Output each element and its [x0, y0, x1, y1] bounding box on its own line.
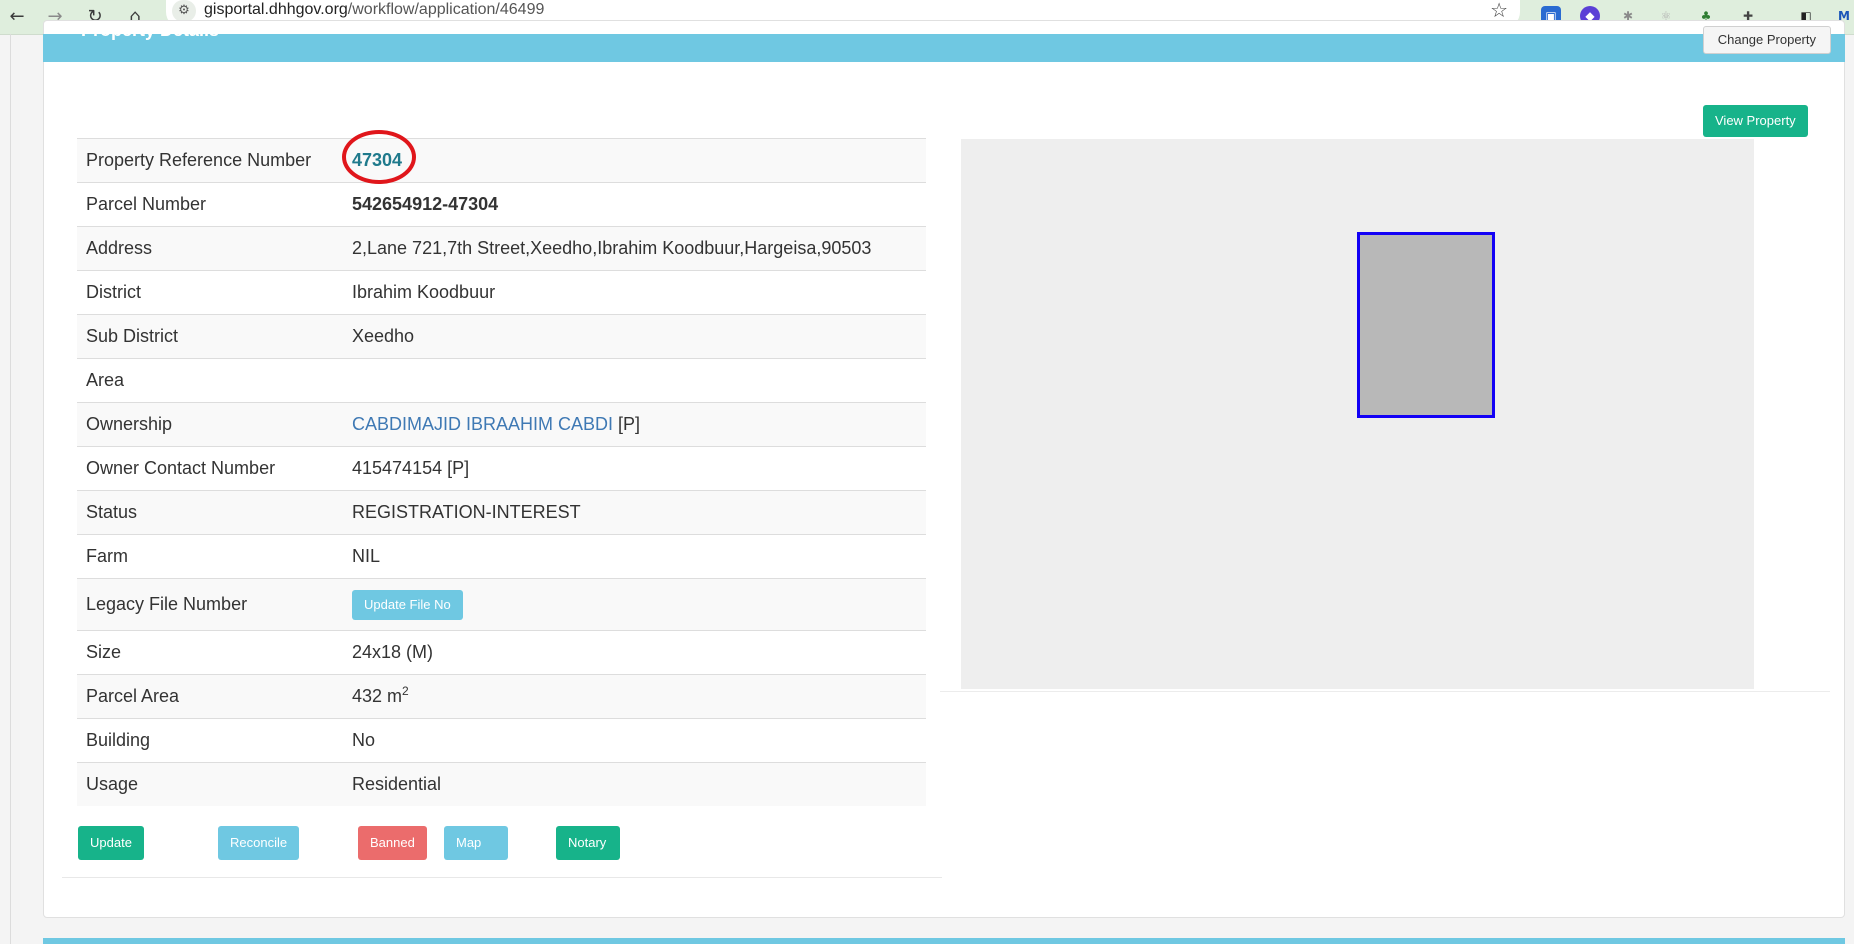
status-value: REGISTRATION-INTEREST [343, 490, 926, 535]
url-host: gisportal.dhhgov.org [204, 1, 348, 18]
url-path: /workflow/application/46499 [347, 1, 545, 18]
building-value: No [343, 718, 926, 763]
district-label: District [77, 270, 343, 315]
table-row: Sub District Xeedho [77, 314, 926, 359]
table-row: Address 2,Lane 721,7th Street,Xeedho,Ibr… [77, 226, 926, 271]
legacy-label: Legacy File Number [77, 578, 343, 631]
divider [940, 691, 1830, 692]
parcel-value: 542654912-47304 [343, 182, 926, 227]
table-row: Owner Contact Number 415474154 [P] [77, 446, 926, 491]
ownership-label: Ownership [77, 402, 343, 447]
area-value [343, 358, 926, 403]
contact-value: 415474154 [P] [343, 446, 926, 491]
address-value: 2,Lane 721,7th Street,Xeedho,Ibrahim Koo… [343, 226, 926, 271]
parcel-area-value: 432 m [352, 686, 403, 706]
table-row: District Ibrahim Koodbuur [77, 270, 926, 315]
table-row: Property Reference Number 47304 [77, 138, 926, 183]
next-panel-header [43, 938, 1845, 944]
table-row: Usage Residential [77, 762, 926, 806]
owner-name-link[interactable]: CABDIMAJID IBRAAHIM CABDI [352, 414, 613, 434]
size-value: 24x18 (M) [343, 630, 926, 675]
ownership-tag: [P] [613, 414, 641, 434]
legacy-cell: Update File No [343, 578, 926, 631]
table-row: Status REGISTRATION-INTEREST [77, 490, 926, 535]
table-row: Area [77, 358, 926, 403]
bookmark-star-icon[interactable]: ☆ [1490, 0, 1508, 22]
parcel-area-label: Parcel Area [77, 674, 343, 719]
contact-label: Owner Contact Number [77, 446, 343, 491]
update-file-no-button[interactable]: Update File No [352, 589, 463, 620]
table-row: Ownership CABDIMAJID IBRAAHIM CABDI [P] [77, 402, 926, 447]
reference-value: 47304 [352, 150, 403, 170]
divider [62, 877, 942, 878]
parcel-area-unit-sup: 2 [402, 684, 409, 698]
parcel-label: Parcel Number [77, 182, 343, 227]
reconcile-parcel-button[interactable]: Reconcile Parcel [218, 826, 300, 884]
table-row: Parcel Number 542654912-47304 [77, 182, 926, 227]
banned-button[interactable]: Banned [358, 826, 427, 860]
panel-header: Property Details Change Property [43, 20, 1845, 62]
view-property-button[interactable]: View Property [1703, 105, 1808, 137]
reference-label: Property Reference Number [77, 138, 343, 183]
change-property-button[interactable]: Change Property [1702, 26, 1831, 54]
parcel-polygon[interactable] [1357, 232, 1495, 418]
status-label: Status [77, 490, 343, 535]
table-row: Parcel Area 432 m2 [77, 674, 926, 719]
site-settings-icon[interactable]: ⚙ [172, 0, 196, 22]
reference-cell: 47304 [343, 138, 926, 183]
table-row: Legacy File Number Update File No [77, 578, 926, 631]
panel-title: Property Details [81, 20, 220, 40]
usage-label: Usage [77, 762, 343, 806]
district-value: Ibrahim Koodbuur [343, 270, 926, 315]
farm-label: Farm [77, 534, 343, 579]
table-row: Building No [77, 718, 926, 763]
usage-value: Residential [343, 762, 926, 806]
address-label: Address [77, 226, 343, 271]
ownership-cell: CABDIMAJID IBRAAHIM CABDI [P] [343, 402, 926, 447]
area-label: Area [77, 358, 343, 403]
update-map-url-button[interactable]: Update Map URL [78, 826, 144, 918]
notary-map-viewer-button[interactable]: Notary Map Viewer [556, 826, 620, 918]
building-label: Building [77, 718, 343, 763]
table-row: Size 24x18 (M) [77, 630, 926, 675]
url-text[interactable]: gisportal.dhhgov.org/workflow/applicatio… [204, 1, 544, 19]
property-details-table: Property Reference Number 47304 Parcel N… [77, 138, 926, 806]
parcel-map[interactable] [961, 139, 1754, 689]
subdistrict-value: Xeedho [343, 314, 926, 359]
parcel-area-cell: 432 m2 [343, 674, 926, 719]
back-arrow-icon[interactable]: ← [4, 4, 30, 30]
subdistrict-label: Sub District [77, 314, 343, 359]
size-label: Size [77, 630, 343, 675]
map-viewer-button[interactable]: Map Viewer [444, 826, 508, 884]
farm-value: NIL [343, 534, 926, 579]
table-row: Farm NIL [77, 534, 926, 579]
page-left-border [10, 34, 11, 944]
